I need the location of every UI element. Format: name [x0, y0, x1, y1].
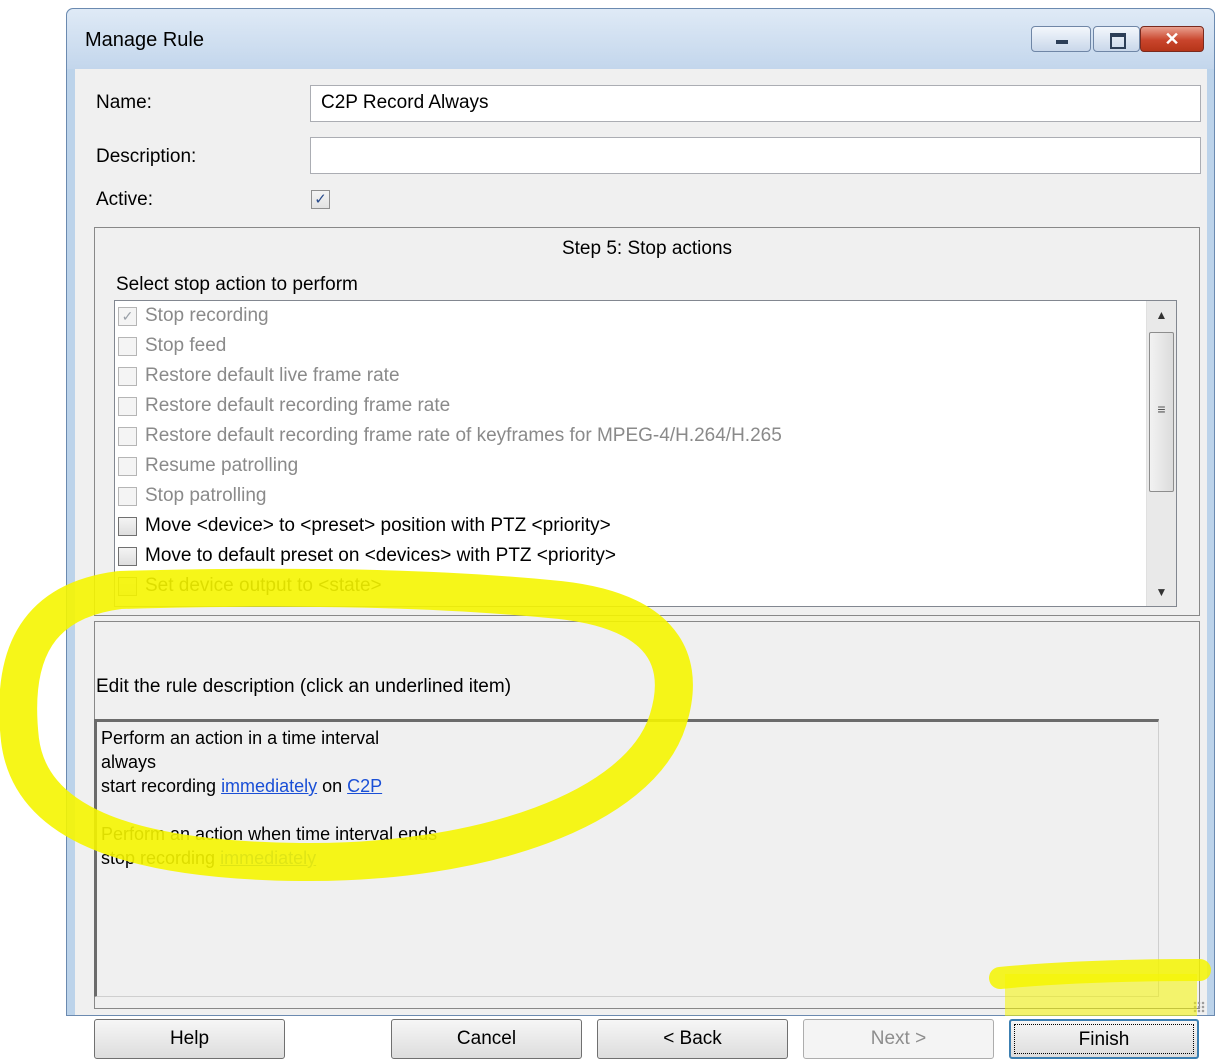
resize-grip-icon[interactable]	[1193, 1001, 1205, 1013]
stop-action-checkbox[interactable]: ✓	[118, 306, 137, 326]
stop-action-item[interactable]: Stop patrolling	[118, 481, 266, 511]
stop-action-label: Restore default recording frame rate	[145, 395, 451, 416]
next-button[interactable]: Next >	[803, 1019, 994, 1059]
stop-action-label: Stop patrolling	[145, 485, 267, 506]
help-button[interactable]: Help	[94, 1019, 285, 1059]
stop-action-checkbox[interactable]	[118, 546, 137, 566]
description-text: on	[317, 776, 348, 796]
finish-button[interactable]: Finish	[1009, 1019, 1199, 1059]
rule-description-title: Edit the rule description (click an unde…	[96, 676, 512, 697]
stop-action-checkbox[interactable]	[118, 426, 137, 446]
finish-label: Finish	[1014, 1024, 1194, 1054]
stop-action-label: Move to default preset on <devices> with…	[145, 545, 617, 566]
stop-action-item[interactable]: Resume patrolling	[118, 451, 298, 481]
description-line: always	[101, 752, 157, 772]
stop-action-label: Restore default live frame rate	[145, 365, 400, 386]
title-bar[interactable]: Manage Rule ✕	[67, 9, 1214, 69]
stop-action-checkbox[interactable]	[118, 486, 137, 506]
stop-action-checkbox[interactable]	[118, 456, 137, 476]
scroll-thumb[interactable]: ≡	[1149, 332, 1174, 492]
stop-action-item[interactable]: Move <device> to <preset> position with …	[118, 511, 611, 541]
stop-action-label: Stop recording	[145, 305, 269, 326]
scroll-up-icon[interactable]: ▲	[1147, 301, 1176, 329]
stop-action-item[interactable]: Stop feed	[118, 331, 226, 361]
stop-action-label: Set device output to <state>	[145, 575, 382, 596]
stop-action-checkbox[interactable]	[118, 366, 137, 386]
stop-action-item[interactable]: Restore default recording frame rate of …	[118, 421, 782, 451]
stop-action-list[interactable]: ✓ Stop recording Stop feed Restore default …	[114, 300, 1177, 607]
select-action-label: Select stop action to perform	[116, 274, 358, 295]
description-text: start recording	[101, 776, 222, 796]
stop-action-item[interactable]: Restore default live frame rate	[118, 361, 400, 391]
stop-action-item[interactable]: Set device output to <state>	[118, 571, 382, 601]
active-checkbox[interactable]: ✓	[311, 190, 330, 209]
step-title: Step 5: Stop actions	[561, 238, 733, 259]
maximize-icon	[1110, 33, 1126, 49]
stop-action-item[interactable]: ✓ Stop recording	[118, 301, 269, 331]
minimize-icon	[1056, 40, 1068, 44]
close-button[interactable]: ✕	[1140, 26, 1204, 52]
window-title: Manage Rule	[85, 29, 204, 51]
stop-action-label: Resume patrolling	[145, 455, 299, 476]
cancel-button[interactable]: Cancel	[391, 1019, 582, 1059]
close-icon: ✕	[1164, 29, 1180, 49]
stop-action-item[interactable]: Restore default recording frame rate	[118, 391, 450, 421]
name-input[interactable]: C2P Record Always	[310, 85, 1201, 122]
scroll-down-icon[interactable]: ▼	[1147, 578, 1176, 606]
vertical-scrollbar[interactable]: ▲ ≡ ▼	[1146, 301, 1176, 606]
c2p-device-link[interactable]: C2P	[347, 776, 382, 796]
description-line: Perform an action in a time interval	[101, 728, 380, 748]
description-text: stop recording	[101, 848, 221, 868]
back-button[interactable]: < Back	[597, 1019, 788, 1059]
description-label: Description:	[96, 146, 197, 167]
stop-action-checkbox[interactable]	[118, 576, 137, 596]
stop-action-label: Move <device> to <preset> position with …	[145, 515, 611, 536]
stop-action-label: Stop feed	[145, 335, 227, 356]
stop-action-label: Restore default recording frame rate of …	[145, 425, 782, 446]
description-line: stop recording immediately	[101, 846, 1154, 870]
name-label: Name:	[96, 92, 152, 113]
minimize-button[interactable]	[1031, 26, 1091, 52]
stop-action-checkbox[interactable]	[118, 336, 137, 356]
immediately-stop-link[interactable]: immediately	[220, 848, 316, 868]
immediately-start-link[interactable]: immediately	[221, 776, 317, 796]
active-label: Active:	[96, 189, 154, 210]
description-line: start recording immediately on C2P	[101, 774, 1154, 798]
stop-action-item[interactable]: Move to default preset on <devices> with…	[118, 541, 616, 571]
rule-description-panel: Perform an action in a time interval alw…	[94, 719, 1159, 997]
stop-action-checkbox[interactable]	[118, 396, 137, 416]
maximize-button[interactable]	[1093, 26, 1140, 52]
stop-action-checkbox[interactable]	[118, 516, 137, 536]
manage-rule-window: Manage Rule ✕ Name: C2P Record Always De…	[66, 8, 1215, 1059]
step-groupbox: Step 5: Stop actions Select stop action …	[94, 227, 1200, 616]
description-input[interactable]	[310, 137, 1201, 174]
grip-icon: ≡	[1157, 401, 1166, 417]
description-line: Perform an action when time interval end…	[101, 824, 438, 844]
dialog-client: Name: C2P Record Always Description: Act…	[75, 69, 1207, 1059]
